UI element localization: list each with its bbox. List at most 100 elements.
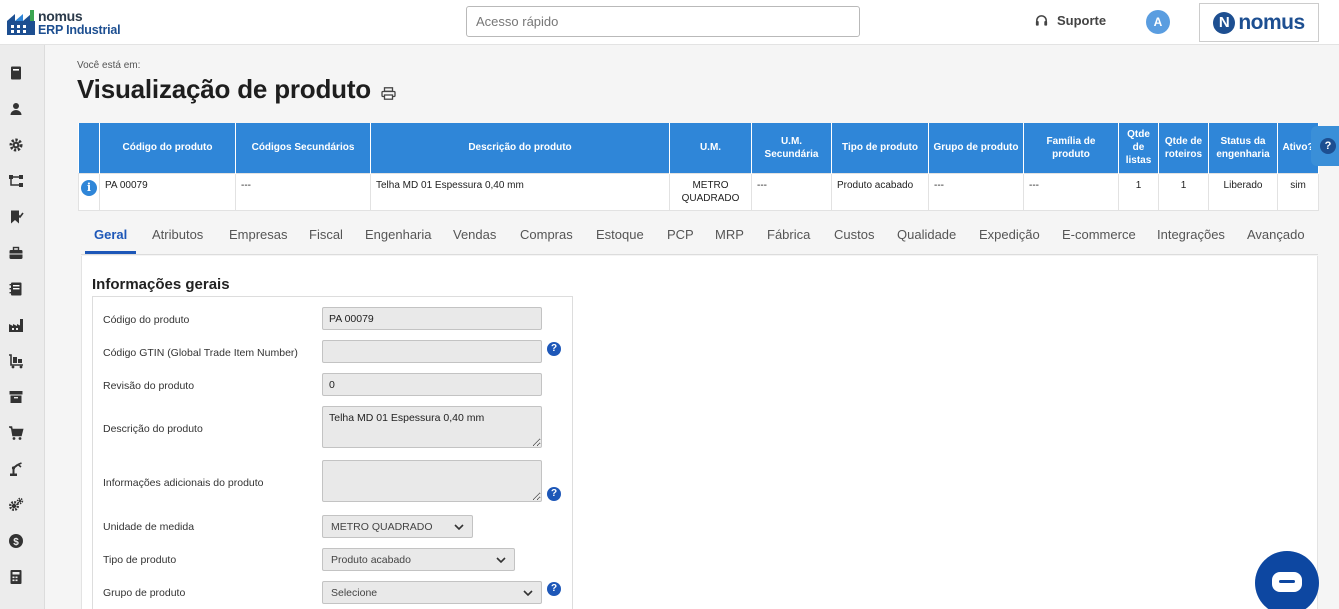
breadcrumb: Você está em:: [77, 60, 141, 71]
table-header: U.M. Secundária: [751, 123, 832, 173]
tab-qualidade[interactable]: Qualidade: [897, 227, 956, 251]
product-summary-table: Código do produto Códigos Secundários De…: [78, 123, 1319, 211]
section-title: Informações gerais: [92, 276, 230, 293]
table-header: Família de produto: [1023, 123, 1119, 173]
svg-text:$: $: [13, 537, 19, 548]
app-logo[interactable]: nomus ERP Industrial: [6, 7, 124, 39]
table-header-row: Código do produto Códigos Secundários De…: [78, 123, 1319, 173]
book-icon[interactable]: [8, 65, 24, 81]
chevron-down-icon: [454, 523, 464, 530]
unit-label: Unidade de medida: [103, 521, 195, 533]
logo-text-nomus: nomus: [38, 8, 83, 24]
gtin-help-icon[interactable]: ?: [547, 342, 561, 356]
support-label: Suporte: [1057, 13, 1107, 28]
additional-info-help-icon[interactable]: ?: [547, 487, 561, 501]
gtin-field[interactable]: [322, 340, 542, 363]
page-title: Visualização de produto: [77, 74, 371, 104]
revision-field[interactable]: [322, 373, 542, 396]
calculator-icon[interactable]: [8, 569, 24, 585]
gears-icon[interactable]: [8, 497, 24, 513]
revision-label: Revisão do produto: [103, 380, 195, 392]
user-icon[interactable]: [8, 101, 24, 117]
side-help-tab[interactable]: ?: [1311, 126, 1339, 166]
product-group-select-value: Selecione: [331, 586, 378, 599]
table-header-spacer: [78, 123, 100, 173]
unit-select[interactable]: METRO QUADRADO: [322, 515, 473, 538]
product-type-select-value: Produto acabado: [331, 553, 411, 566]
factory-logo-icon: [7, 10, 35, 35]
tab-atributos[interactable]: Atributos: [152, 227, 203, 251]
gear-icon[interactable]: [8, 137, 24, 153]
table-cell: i: [78, 172, 100, 211]
product-group-select[interactable]: Selecione: [322, 581, 542, 604]
table-cell: Liberado: [1208, 172, 1278, 211]
product-group-help-icon[interactable]: ?: [547, 582, 561, 596]
product-group-label: Grupo de produto: [103, 587, 186, 599]
tab-pcp[interactable]: PCP: [667, 227, 694, 251]
briefcase-icon[interactable]: [8, 245, 24, 261]
archive-icon[interactable]: [8, 389, 24, 405]
sidebar: $: [0, 45, 45, 609]
table-header: Descrição do produto: [370, 123, 670, 173]
tab-engenharia[interactable]: Engenharia: [365, 227, 432, 251]
product-code-field[interactable]: [322, 307, 542, 330]
table-header: Qtde de roteiros: [1158, 123, 1209, 173]
tab-bar: Geral Atributos Empresas Fiscal Engenhar…: [81, 222, 1318, 255]
tab-mrp[interactable]: MRP: [715, 227, 744, 251]
factory-icon[interactable]: [8, 317, 24, 333]
table-header: Status da engenharia: [1208, 123, 1278, 173]
user-avatar[interactable]: A: [1146, 10, 1170, 34]
dollar-icon[interactable]: $: [8, 533, 24, 549]
print-icon[interactable]: [381, 87, 396, 100]
table-header: U.M.: [669, 123, 752, 173]
tab-ecommerce[interactable]: E-commerce: [1062, 227, 1136, 251]
table-cell: ---: [235, 172, 371, 211]
table-cell: sim: [1277, 172, 1319, 211]
top-bar: nomus ERP Industrial Suporte A N nomus: [0, 0, 1339, 45]
table-cell: METRO QUADRADO: [669, 172, 752, 211]
tab-compras[interactable]: Compras: [520, 227, 573, 251]
table-cell: Produto acabado: [831, 172, 929, 211]
cart-pallet-icon[interactable]: [8, 353, 24, 369]
tab-geral[interactable]: Geral: [85, 227, 137, 254]
description-field[interactable]: Telha MD 01 Espessura 0,40 mm: [322, 406, 542, 448]
table-header: Grupo de produto: [928, 123, 1024, 173]
chat-button[interactable]: [1255, 551, 1319, 609]
additional-info-field[interactable]: [322, 460, 542, 502]
chat-bubble-icon: [1272, 572, 1302, 592]
table-cell: 1: [1158, 172, 1209, 211]
table-cell: 1: [1118, 172, 1159, 211]
table-cell: ---: [928, 172, 1024, 211]
tab-vendas[interactable]: Vendas: [453, 227, 496, 251]
info-icon[interactable]: i: [81, 179, 97, 196]
quick-access-input[interactable]: [466, 6, 860, 37]
product-type-select[interactable]: Produto acabado: [322, 548, 515, 571]
description-label: Descrição do produto: [103, 423, 203, 435]
tab-fiscal[interactable]: Fiscal: [309, 227, 343, 251]
tab-avancado[interactable]: Avançado: [1247, 227, 1305, 251]
tab-empresas[interactable]: Empresas: [229, 227, 288, 251]
robot-arm-icon[interactable]: [8, 461, 24, 477]
tab-integracoes[interactable]: Integrações: [1157, 227, 1225, 251]
bookmark-check-icon[interactable]: [8, 209, 24, 225]
notebook-icon[interactable]: [8, 281, 24, 297]
product-code-label: Código do produto: [103, 314, 190, 326]
tab-estoque[interactable]: Estoque: [596, 227, 644, 251]
table-cell: ---: [751, 172, 832, 211]
company-brand-logo: N nomus: [1199, 3, 1319, 42]
table-header: Tipo de produto: [831, 123, 929, 173]
tab-custos[interactable]: Custos: [834, 227, 874, 251]
unit-select-value: METRO QUADRADO: [331, 520, 433, 533]
tab-expedicao[interactable]: Expedição: [979, 227, 1040, 251]
additional-info-label: Informações adicionais do produto: [103, 477, 264, 489]
tab-fabrica[interactable]: Fábrica: [767, 227, 810, 251]
cart-icon[interactable]: [8, 425, 24, 441]
headset-icon: [1035, 15, 1048, 26]
support-link[interactable]: Suporte: [1034, 13, 1106, 28]
flow-icon[interactable]: [8, 173, 24, 189]
brand-word: nomus: [1238, 10, 1305, 34]
product-type-label: Tipo de produto: [103, 554, 177, 566]
chevron-down-icon: [496, 556, 506, 563]
table-header: Códigos Secundários: [235, 123, 371, 173]
table-header: Código do produto: [99, 123, 236, 173]
